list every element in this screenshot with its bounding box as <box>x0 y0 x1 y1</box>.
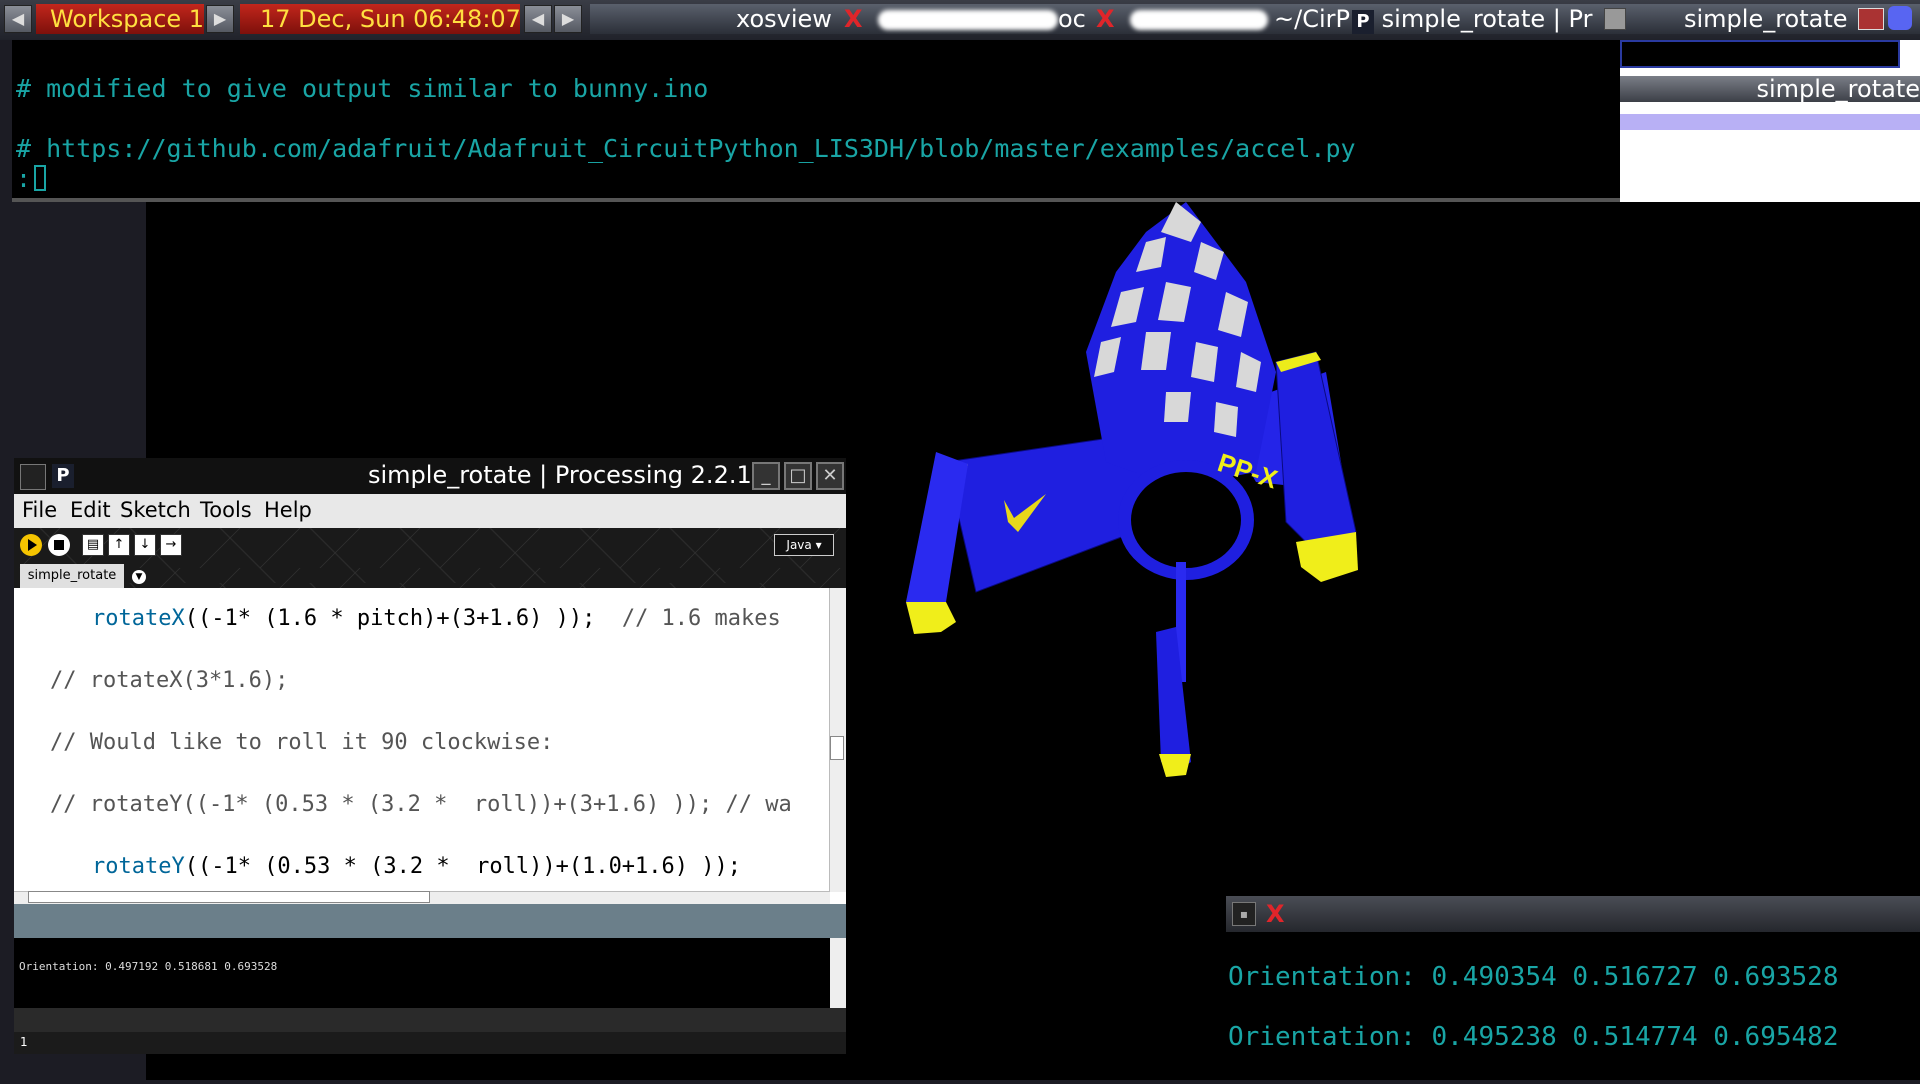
task-xosview-label: xosview <box>736 5 832 33</box>
output-line: Orientation: 0.495238 0.514774 0.695482 <box>1228 1022 1839 1052</box>
task-terminal-1[interactable]: oc <box>1058 4 1086 34</box>
processing-icon: P <box>52 464 74 488</box>
task-terminal-1-label: oc <box>1058 5 1086 33</box>
terminal-line: # modified to give output similar to bun… <box>16 74 709 103</box>
processing-icon: P <box>1352 10 1374 34</box>
task-sketch[interactable]: simple_rotate <box>1684 4 1848 34</box>
next-workspace-icon[interactable]: ▶ <box>206 5 234 33</box>
task-terminal-2-label: ~/CirP <box>1274 5 1350 33</box>
window-input-field[interactable] <box>1620 40 1900 68</box>
prev-task-icon[interactable]: ◀ <box>524 5 552 33</box>
export-icon[interactable]: → <box>160 534 182 556</box>
processing-ide-window: P simple_rotate | Processing 2.2.1 _ □ ✕… <box>14 458 846 1054</box>
terminal-prompt: : <box>16 164 32 193</box>
sketch-list-window: simple_rotate <box>1620 40 1920 202</box>
workspace-name[interactable]: Workspace 1 <box>36 4 204 34</box>
code-line: // rotateX(3*1.6); <box>50 668 289 693</box>
taskbar: xosview X oc X ~/CirP P simple_rotate | … <box>590 4 1920 34</box>
x11-icon: X <box>1096 5 1115 33</box>
code-line: // Would like to roll it 90 clockwise: <box>50 730 554 755</box>
window-title: simple_rotate | Processing 2.2.1 <box>368 461 752 489</box>
code-editor[interactable]: rotateX((-1* (1.6 * pitch)+(3+1.6) )); /… <box>14 588 846 904</box>
window-menu-icon[interactable]: ▪ <box>1232 902 1256 926</box>
status-bar: 1 <box>14 1032 846 1054</box>
code-line: rotateX((-1* (1.6 * pitch)+(3+1.6) )); /… <box>92 606 781 631</box>
tray-icon[interactable] <box>1858 8 1884 30</box>
maximize-button[interactable]: □ <box>784 462 812 490</box>
tab-simple-rotate[interactable]: simple_rotate <box>20 564 124 588</box>
menu-sketch[interactable]: Sketch <box>120 498 191 522</box>
vertical-scrollbar[interactable] <box>829 588 846 892</box>
task-processing-label: simple_rotate | Pr <box>1381 5 1593 33</box>
x11-icon: X <box>844 5 863 33</box>
mode-selector[interactable]: Java ▾ <box>774 534 834 556</box>
run-button[interactable] <box>20 534 42 556</box>
console-line: Orientation: 0.497192 0.518681 0.693528 <box>19 960 278 973</box>
task-processing[interactable]: P simple_rotate | Pr <box>1352 4 1592 34</box>
output-line: Orientation: 0.490354 0.516727 0.693528 <box>1228 962 1839 992</box>
prev-workspace-icon[interactable]: ◀ <box>4 5 32 33</box>
top-panel: ◀ Workspace 1 ▶ 17 Dec, Sun 06:48:07 ◀ ▶… <box>0 0 1920 40</box>
console-output[interactable]: Orientation: 0.497192 0.518681 0.693528 <box>14 938 846 1008</box>
new-file-icon[interactable]: ▤ <box>82 534 104 556</box>
menu-edit[interactable]: Edit <box>70 498 111 522</box>
next-task-icon[interactable]: ▶ <box>554 5 582 33</box>
code-line: // rotateY((-1* (0.53 * (3.2 * roll))+(3… <box>50 792 792 817</box>
scroll-thumb[interactable] <box>830 736 844 760</box>
window-menu-icon[interactable] <box>20 464 46 490</box>
x11-icon: X <box>1266 900 1285 928</box>
console-scrollbar[interactable] <box>830 938 846 1008</box>
terminal-line: # https://github.com/adafruit/Adafruit_C… <box>16 134 1356 163</box>
menu-bar: File Edit Sketch Tools Help <box>14 494 846 528</box>
clock: 17 Dec, Sun 06:48:07 <box>240 4 520 34</box>
save-file-icon[interactable]: ↓ <box>134 534 156 556</box>
tab-menu-icon[interactable]: ▼ <box>132 570 146 584</box>
task-sketch-label: simple_rotate <box>1684 5 1848 33</box>
rocket-antenna <box>1156 562 1191 777</box>
title-bar[interactable]: P simple_rotate | Processing 2.2.1 _ □ ✕ <box>14 458 846 494</box>
toolbar: ▤ ↑ ↓ → Java ▾ simple_rotate ▼ <box>14 528 846 588</box>
console-divider[interactable] <box>14 904 846 938</box>
discord-icon[interactable] <box>1888 6 1912 30</box>
close-button[interactable]: ✕ <box>816 462 844 490</box>
code-line: rotateY((-1* (0.53 * (3.2 * roll))+(1.0+… <box>92 854 742 879</box>
scroll-thumb[interactable] <box>28 891 430 903</box>
menu-tools[interactable]: Tools <box>200 498 252 522</box>
menu-help[interactable]: Help <box>264 498 312 522</box>
output-terminal-window[interactable]: ▪ X Orientation: 0.490354 0.516727 0.693… <box>1226 896 1920 1080</box>
task-terminal-2[interactable]: ~/CirP <box>1274 4 1350 34</box>
terminal-cursor <box>34 165 46 191</box>
redacted-area <box>1130 10 1268 30</box>
stop-button[interactable] <box>48 534 70 556</box>
task-xosview[interactable]: xosview <box>736 4 832 34</box>
terminal-window[interactable]: # modified to give output similar to bun… <box>12 40 1620 200</box>
redacted-area <box>878 10 1058 30</box>
open-file-icon[interactable]: ↑ <box>108 534 130 556</box>
line-number: 1 <box>20 1035 28 1049</box>
window-title[interactable]: simple_rotate <box>1620 76 1920 102</box>
title-bar[interactable]: ▪ X <box>1226 896 1920 932</box>
window-icon <box>1604 8 1626 30</box>
selection-bar <box>1620 114 1920 130</box>
horizontal-scrollbar[interactable] <box>14 891 830 904</box>
menu-file[interactable]: File <box>22 498 57 522</box>
minimize-button[interactable]: _ <box>752 462 780 490</box>
